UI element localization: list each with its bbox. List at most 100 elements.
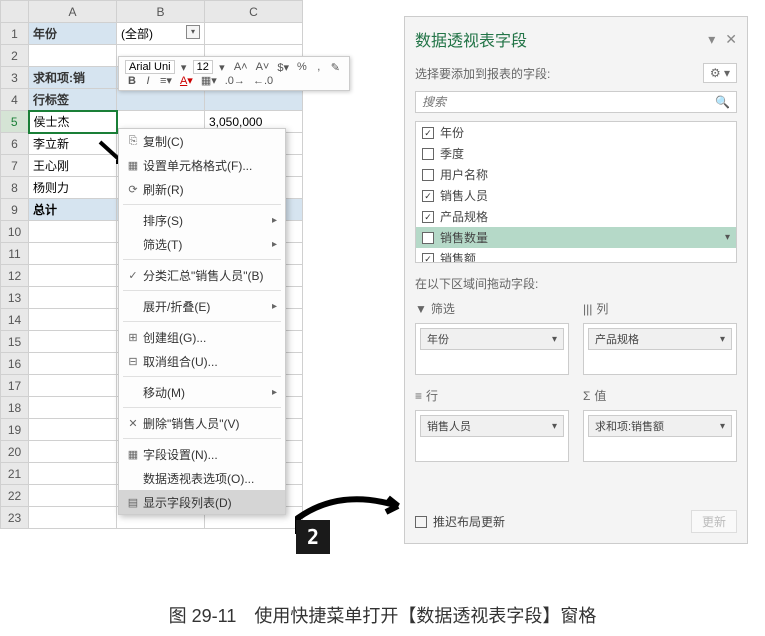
menu-remove-field[interactable]: ✕删除"销售人员"(V)	[119, 411, 285, 435]
filter-area[interactable]: ▼筛选 年份▾	[415, 300, 569, 375]
font-color-icon[interactable]: A▾	[177, 74, 196, 87]
checkbox-icon	[422, 148, 434, 160]
cell[interactable]	[205, 23, 303, 45]
font-size-select[interactable]: 12	[193, 60, 213, 74]
refresh-icon: ⟳	[123, 183, 143, 196]
context-menu: ⎘复制(C) ▦设置单元格格式(F)... ⟳刷新(R) 排序(S)▸ 筛选(T…	[118, 128, 286, 515]
pivot-field-pane: 数据透视表字段 ▾ ✕ 选择要添加到报表的字段: ⚙ ▾ 🔍 ✓年份 季度 用户…	[404, 16, 748, 544]
currency-icon[interactable]: $▾	[274, 61, 292, 74]
field-item[interactable]: 用户名称	[416, 164, 736, 185]
list-icon: ▤	[123, 496, 143, 509]
menu-refresh[interactable]: ⟳刷新(R)	[119, 177, 285, 201]
row-item[interactable]: 杨则力	[29, 177, 117, 199]
figure-caption: 图 29-11 使用快捷菜单打开【数据透视表字段】窗格	[0, 602, 765, 628]
align-icon[interactable]: ≡▾	[157, 74, 175, 87]
close-icon[interactable]: ✕	[725, 31, 737, 48]
menu-format-cells[interactable]: ▦设置单元格格式(F)...	[119, 153, 285, 177]
col-header-a[interactable]: A	[29, 1, 117, 23]
update-button[interactable]: 更新	[691, 510, 737, 533]
checkbox-checked-icon: ✓	[422, 211, 434, 223]
menu-subtotal[interactable]: ✓分类汇总"销售人员"(B)	[119, 263, 285, 287]
rows-area[interactable]: ≡行 销售人员▾	[415, 387, 569, 462]
menu-sort[interactable]: 排序(S)▸	[119, 208, 285, 232]
pane-title: 数据透视表字段	[415, 27, 527, 51]
col-header-c[interactable]: C	[205, 1, 303, 23]
row-header[interactable]: 7	[1, 155, 29, 177]
col-header-b[interactable]: B	[117, 1, 205, 23]
check-icon: ✓	[123, 269, 143, 282]
menu-pivot-options[interactable]: 数据透视表选项(O)...	[119, 466, 285, 490]
settings-icon: ▦	[123, 448, 143, 461]
area-item[interactable]: 年份▾	[420, 328, 564, 350]
menu-ungroup[interactable]: ⊟取消组合(U)...	[119, 349, 285, 373]
dropdown-icon: ▾	[552, 334, 557, 345]
row-header[interactable]: 1	[1, 23, 29, 45]
columns-area[interactable]: |||列 产品规格▾	[583, 300, 737, 375]
minimize-icon[interactable]: ▾	[708, 31, 715, 48]
row-header[interactable]: 6	[1, 133, 29, 155]
delete-icon: ✕	[123, 417, 143, 430]
row-label-header[interactable]: 行标签	[29, 89, 117, 111]
field-item[interactable]: 季度	[416, 143, 736, 164]
row-header[interactable]: 3	[1, 67, 29, 89]
checkbox-checked-icon: ✓	[422, 253, 434, 264]
field-item-selected[interactable]: 销售数量▾	[416, 227, 736, 248]
field-item[interactable]: ✓年份	[416, 122, 736, 143]
chevron-right-icon: ▸	[272, 239, 277, 250]
menu-copy[interactable]: ⎘复制(C)	[119, 129, 285, 153]
search-icon[interactable]: 🔍	[709, 92, 736, 112]
checkbox-icon	[422, 232, 434, 244]
ungroup-icon: ⊟	[123, 355, 143, 368]
decrease-font-icon[interactable]: A˅	[253, 61, 273, 73]
field-item[interactable]: ✓产品规格	[416, 206, 736, 227]
search-input[interactable]	[416, 92, 709, 112]
increase-font-icon[interactable]: A˄	[231, 61, 251, 73]
columns-icon: |||	[583, 302, 592, 316]
font-select[interactable]: Arial Uni	[125, 60, 175, 74]
selected-cell[interactable]: 侯士杰	[29, 111, 117, 133]
menu-expand-collapse[interactable]: 展开/折叠(E)▸	[119, 294, 285, 318]
italic-icon[interactable]: I	[141, 75, 155, 87]
row-header[interactable]: 2	[1, 45, 29, 67]
values-area[interactable]: Σ值 求和项:销售额▾	[583, 387, 737, 462]
percent-icon[interactable]: %	[294, 61, 310, 73]
mini-toolbar[interactable]: Arial Uni▾ 12▾ A˄ A˅ $▾ % , ✎ B I ≡▾ A▾ …	[118, 56, 350, 91]
chevron-right-icon: ▸	[272, 215, 277, 226]
increase-decimal-icon[interactable]: .0→	[222, 75, 248, 87]
defer-label: 推迟布局更新	[433, 513, 505, 530]
dropdown-icon: ▾	[720, 421, 725, 432]
menu-group[interactable]: ⊞创建组(G)...	[119, 325, 285, 349]
comma-icon[interactable]: ,	[312, 61, 326, 73]
row-header[interactable]: 8	[1, 177, 29, 199]
dropdown-icon[interactable]: ▾	[186, 25, 200, 39]
area-item[interactable]: 求和项:销售额▾	[588, 415, 732, 437]
defer-checkbox[interactable]	[415, 516, 427, 528]
row-header[interactable]: 9	[1, 199, 29, 221]
format-painter-icon[interactable]: ✎	[328, 61, 343, 74]
field-item[interactable]: ✓销售人员	[416, 185, 736, 206]
filter-icon: ▼	[415, 302, 427, 316]
value-field-label: 求和项:销	[29, 67, 117, 89]
field-item[interactable]: ✓销售额	[416, 248, 736, 263]
total-label[interactable]: 总计	[29, 199, 117, 221]
field-search[interactable]: 🔍	[415, 91, 737, 113]
menu-show-field-list[interactable]: ▤显示字段列表(D)	[119, 490, 285, 514]
row-header[interactable]: 4	[1, 89, 29, 111]
area-item[interactable]: 产品规格▾	[588, 328, 732, 350]
row-header[interactable]: 5	[1, 111, 29, 133]
area-item[interactable]: 销售人员▾	[420, 415, 564, 437]
menu-move[interactable]: 移动(M)▸	[119, 380, 285, 404]
dropdown-icon: ▾	[552, 421, 557, 432]
checkbox-checked-icon: ✓	[422, 190, 434, 202]
filter-field-value[interactable]: (全部)▾	[117, 23, 205, 45]
field-list[interactable]: ✓年份 季度 用户名称 ✓销售人员 ✓产品规格 销售数量▾ ✓销售额	[415, 121, 737, 263]
menu-filter[interactable]: 筛选(T)▸	[119, 232, 285, 256]
menu-field-settings[interactable]: ▦字段设置(N)...	[119, 442, 285, 466]
chevron-right-icon: ▸	[272, 387, 277, 398]
bold-icon[interactable]: B	[125, 75, 139, 87]
border-icon[interactable]: ▦▾	[198, 74, 220, 87]
decrease-decimal-icon[interactable]: ←.0	[250, 75, 276, 87]
sigma-icon: Σ	[583, 389, 590, 403]
gear-icon[interactable]: ⚙ ▾	[703, 63, 737, 83]
select-all-corner[interactable]	[1, 1, 29, 23]
